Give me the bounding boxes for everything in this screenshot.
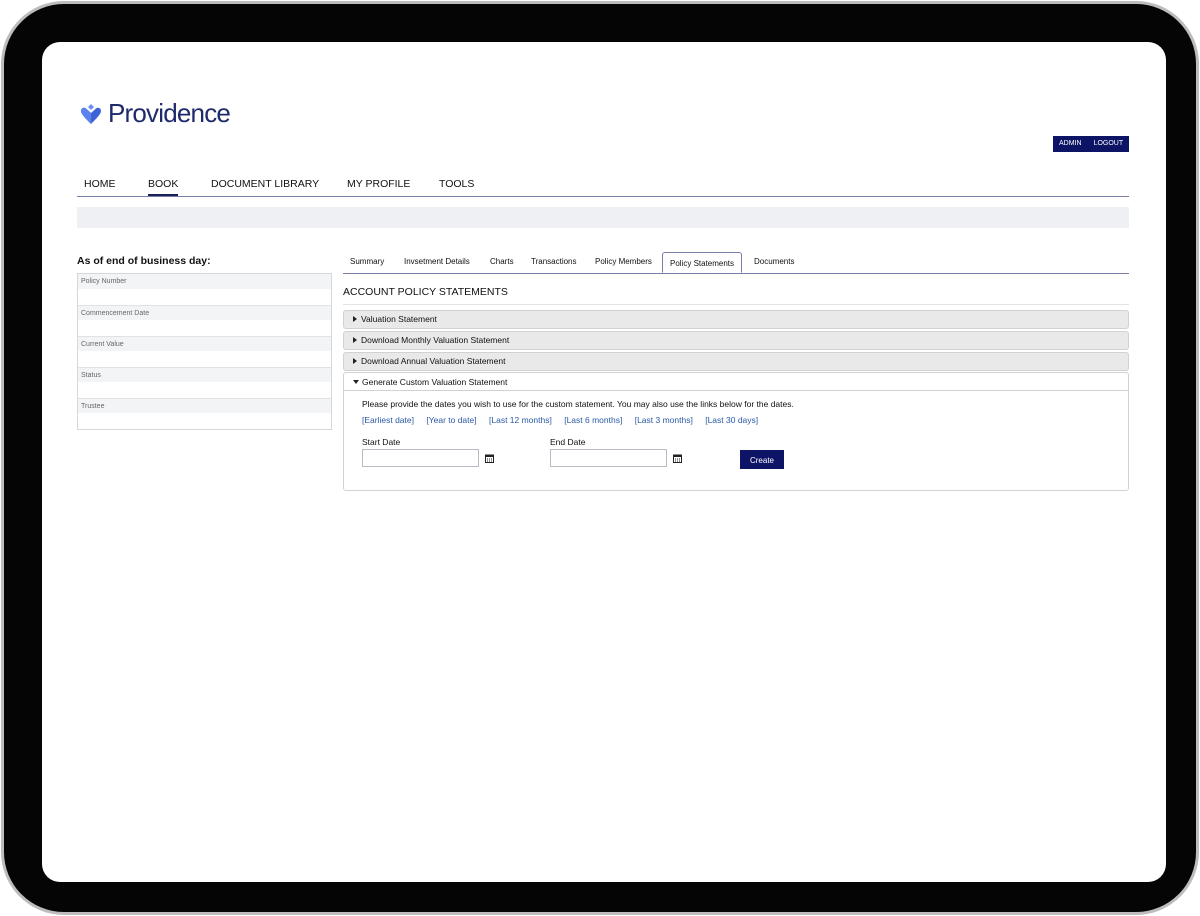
- trustee-label: Trustee: [78, 398, 331, 413]
- calendar-icon[interactable]: [485, 454, 494, 463]
- screen: Providence ADMIN LOGOUT HOME BOOK DOCUME…: [42, 42, 1166, 882]
- quick-date-links: [Earliest date] [Year to date] [Last 12 …: [362, 415, 768, 425]
- commencement-date-label: Commencement Date: [78, 305, 331, 320]
- sidebar-title: As of end of business day:: [77, 255, 211, 267]
- calendar-icon[interactable]: [673, 454, 682, 463]
- policy-number-label: Policy Number: [78, 274, 331, 289]
- caret-down-icon: [353, 379, 359, 384]
- accordion-custom-statement[interactable]: Generate Custom Valuation Statement: [344, 373, 1128, 391]
- end-date-input[interactable]: [550, 449, 667, 467]
- accordion-label: Valuation Statement: [361, 314, 437, 324]
- admin-button[interactable]: ADMIN: [1053, 136, 1088, 152]
- start-date-label: Start Date: [362, 437, 401, 447]
- link-year-to-date[interactable]: [Year to date]: [426, 415, 476, 425]
- logout-button[interactable]: LOGOUT: [1088, 136, 1130, 152]
- tablet-frame: Providence ADMIN LOGOUT HOME BOOK DOCUME…: [4, 4, 1196, 912]
- nav-tools[interactable]: TOOLS: [439, 178, 474, 190]
- info-row: Commencement Date: [78, 305, 331, 336]
- tab-documents[interactable]: Documents: [754, 257, 794, 266]
- link-last-30-days[interactable]: [Last 30 days]: [705, 415, 758, 425]
- link-last-3-months[interactable]: [Last 3 months]: [635, 415, 693, 425]
- policy-tabs: Summary Invsetment Details Charts Transa…: [343, 252, 1129, 274]
- caret-right-icon: [353, 357, 357, 364]
- end-date-label: End Date: [550, 437, 586, 447]
- link-last-12-months[interactable]: [Last 12 months]: [489, 415, 552, 425]
- accordion-annual-statement[interactable]: Download Annual Valuation Statement: [343, 352, 1129, 371]
- custom-statement-panel: Generate Custom Valuation Statement Plea…: [343, 372, 1129, 491]
- brand-name: Providence: [108, 98, 231, 128]
- info-row: Status: [78, 367, 331, 398]
- section-title: ACCOUNT POLICY STATEMENTS: [343, 286, 508, 298]
- tab-investment-details[interactable]: Invsetment Details: [404, 257, 470, 266]
- caret-right-icon: [353, 315, 357, 322]
- link-earliest-date[interactable]: [Earliest date]: [362, 415, 414, 425]
- info-row: Policy Number: [78, 274, 331, 305]
- status-label: Status: [78, 367, 331, 382]
- accordion-valuation-statement[interactable]: Valuation Statement: [343, 310, 1129, 329]
- main-nav: HOME BOOK DOCUMENT LIBRARY MY PROFILE TO…: [77, 172, 1129, 197]
- account-buttons: ADMIN LOGOUT: [1053, 136, 1130, 152]
- nav-document-library[interactable]: DOCUMENT LIBRARY: [211, 178, 319, 190]
- heart-shield-icon: [81, 103, 101, 124]
- instructions-text: Please provide the dates you wish to use…: [362, 399, 794, 409]
- nav-my-profile[interactable]: MY PROFILE: [347, 178, 410, 190]
- nav-book[interactable]: BOOK: [148, 178, 179, 196]
- tab-transactions[interactable]: Transactions: [531, 257, 577, 266]
- policy-info-box: Policy Number Commencement Date Current …: [77, 273, 332, 430]
- tab-policy-members[interactable]: Policy Members: [595, 257, 652, 266]
- breadcrumb-band: [77, 207, 1129, 228]
- link-last-6-months[interactable]: [Last 6 months]: [564, 415, 622, 425]
- accordion-label: Download Annual Valuation Statement: [361, 356, 506, 366]
- nav-home[interactable]: HOME: [84, 178, 116, 190]
- info-row: Trustee: [78, 398, 331, 429]
- create-button[interactable]: Create: [740, 450, 784, 469]
- tab-policy-statements[interactable]: Policy Statements: [662, 252, 743, 273]
- accordion-label: Generate Custom Valuation Statement: [362, 377, 508, 387]
- current-value-label: Current Value: [78, 336, 331, 351]
- start-date-input[interactable]: [362, 449, 479, 467]
- caret-right-icon: [353, 336, 357, 343]
- accordion-monthly-statement[interactable]: Download Monthly Valuation Statement: [343, 331, 1129, 350]
- info-row: Current Value: [78, 336, 331, 367]
- divider: [343, 304, 1129, 305]
- brand-logo[interactable]: Providence: [78, 98, 231, 129]
- accordion-label: Download Monthly Valuation Statement: [361, 335, 510, 345]
- tab-charts[interactable]: Charts: [490, 257, 514, 266]
- tab-summary[interactable]: Summary: [350, 257, 384, 266]
